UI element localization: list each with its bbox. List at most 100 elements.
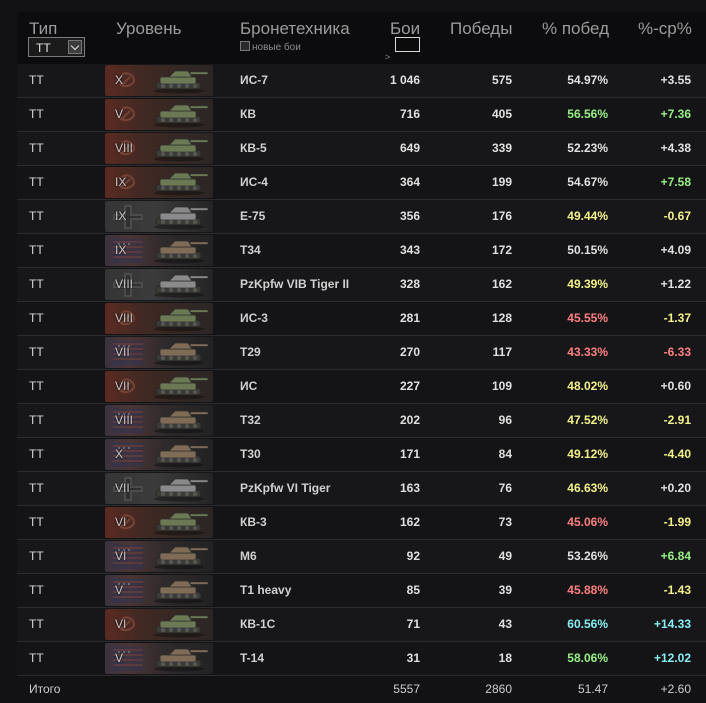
table-row[interactable]: ТТ VIII ИС-3 281 128 45.55% -1.37 (17, 302, 706, 336)
table-row[interactable]: ТТ IX E-75 356 176 49.44% -0.67 (17, 200, 706, 234)
vehicle-difference: +4.09 (660, 243, 691, 257)
table-row[interactable]: ТТ X T30 171 84 49.12% -4.40 (17, 438, 706, 472)
vehicle-tier: VIII (115, 413, 134, 427)
vehicle-difference: +0.20 (660, 481, 691, 495)
new-battles-filter[interactable]: новые бои (240, 41, 301, 53)
vehicle-wins: 109 (491, 379, 512, 393)
vehicle-name[interactable]: E-75 (240, 200, 265, 233)
vehicle-name[interactable]: T32 (240, 404, 261, 437)
tank-icon (154, 546, 209, 570)
vehicle-tier: VI (115, 515, 127, 529)
vehicle-battles: 649 (399, 141, 420, 155)
vehicle-tier: IX (115, 175, 127, 189)
vehicle-difference: +7.58 (660, 175, 691, 189)
vehicle-name[interactable]: T29 (240, 336, 261, 369)
column-header-level[interactable]: Уровень (116, 19, 182, 39)
table-row[interactable]: ТТ VIII PzKpfw VIB Tiger II 328 162 49.3… (17, 268, 706, 302)
vehicle-wins: 176 (491, 209, 512, 223)
table-row[interactable]: ТТ X ИС-7 1 046 575 54.97% +3.55 (17, 64, 706, 98)
vehicle-type: ТТ (29, 311, 44, 325)
vehicle-battles: 163 (399, 481, 420, 495)
vehicle-level-cell: V (105, 643, 213, 674)
vehicle-win-percent: 58.06% (567, 651, 608, 665)
table-row[interactable]: ТТ VI M6 92 49 53.26% +6.84 (17, 540, 706, 574)
vehicle-difference: -1.37 (663, 311, 691, 325)
vehicle-level-cell: X (105, 65, 213, 96)
vehicle-stats-table: Тип Уровень Бронетехника Бои Победы % по… (0, 0, 706, 703)
table-row[interactable]: ТТ V T1 heavy 85 39 45.88% -1.43 (17, 574, 706, 608)
tank-icon (154, 104, 209, 128)
vehicle-battles: 171 (399, 447, 420, 461)
new-battles-checkbox[interactable] (240, 41, 250, 51)
vehicle-level-cell: IX (105, 235, 213, 266)
column-header-battles[interactable]: Бои (390, 19, 420, 39)
vehicle-name[interactable]: M6 (240, 540, 257, 573)
vehicle-wins: 128 (491, 311, 512, 325)
vehicle-level-cell: VII (105, 371, 213, 402)
vehicle-name[interactable]: КВ-1С (240, 608, 275, 641)
vehicle-battles: 227 (399, 379, 420, 393)
table-row[interactable]: ТТ VII PzKpfw VI Tiger 163 76 46.63% +0.… (17, 472, 706, 506)
vehicle-name[interactable]: PzKpfw VI Tiger (240, 472, 330, 505)
tank-icon (154, 308, 209, 332)
column-header-wins[interactable]: Победы (450, 19, 512, 39)
vehicle-battles: 328 (399, 277, 420, 291)
vehicle-type: ТТ (29, 481, 44, 495)
table-row[interactable]: ТТ VI КВ-1С 71 43 60.56% +14.33 (17, 608, 706, 642)
column-header-type[interactable]: Тип (29, 19, 57, 39)
vehicle-name[interactable]: T-14 (240, 642, 264, 675)
vehicle-tier: IX (115, 243, 127, 257)
table-row[interactable]: ТТ IX ИС-4 364 199 54.67% +7.58 (17, 166, 706, 200)
type-filter-select[interactable]: ТТ (28, 37, 85, 57)
vehicle-tier: VII (115, 345, 130, 359)
vehicle-level-cell: VI (105, 541, 213, 572)
vehicle-name[interactable]: ИС-4 (240, 166, 268, 199)
vehicle-win-percent: 49.44% (567, 209, 608, 223)
vehicle-name[interactable]: T30 (240, 438, 261, 471)
vehicle-type: ТТ (29, 243, 44, 257)
vehicle-battles: 1 046 (389, 73, 420, 87)
column-header-win-percent[interactable]: % побед (542, 19, 609, 39)
vehicle-name[interactable]: КВ-5 (240, 132, 267, 165)
vehicle-tier: IX (115, 209, 127, 223)
vehicle-type: ТТ (29, 73, 44, 87)
table-row[interactable]: ТТ VII ИС 227 109 48.02% +0.60 (17, 370, 706, 404)
column-header-vehicle[interactable]: Бронетехника (240, 19, 350, 39)
vehicle-tier: X (115, 73, 124, 87)
tank-icon (154, 206, 209, 230)
chevron-down-icon[interactable] (68, 40, 82, 54)
vehicle-win-percent: 45.55% (567, 311, 608, 325)
total-row: Итого 5557 2860 51.47 +2.60 (17, 676, 706, 703)
table-row[interactable]: ТТ VI КВ-3 162 73 45.06% -1.99 (17, 506, 706, 540)
tank-icon (154, 478, 209, 502)
battles-filter-input[interactable] (395, 37, 420, 52)
table-row[interactable]: ТТ IX T34 343 172 50.15% +4.09 (17, 234, 706, 268)
column-header-difference[interactable]: %-ср% (638, 19, 692, 39)
vehicle-level-cell: VII (105, 337, 213, 368)
vehicle-name[interactable]: ИС (240, 370, 257, 403)
vehicle-win-percent: 52.23% (567, 141, 608, 155)
vehicle-wins: 162 (491, 277, 512, 291)
vehicle-name[interactable]: КВ-3 (240, 506, 267, 539)
table-row[interactable]: ТТ VIII T32 202 96 47.52% -2.91 (17, 404, 706, 438)
vehicle-name[interactable]: КВ (240, 98, 256, 131)
table-row[interactable]: ТТ VII T29 270 117 43.33% -6.33 (17, 336, 706, 370)
vehicle-name[interactable]: T1 heavy (240, 574, 291, 607)
table-row[interactable]: ТТ VIII КВ-5 649 339 52.23% +4.38 (17, 132, 706, 166)
vehicle-name[interactable]: T34 (240, 234, 261, 267)
vehicle-name[interactable]: PzKpfw VIB Tiger II (240, 268, 349, 301)
table-row[interactable]: ТТ V T-14 31 18 58.06% +12.02 (17, 642, 706, 676)
vehicle-difference: +1.22 (660, 277, 691, 291)
vehicle-level-cell: IX (105, 167, 213, 198)
vehicle-type: ТТ (29, 413, 44, 427)
tank-icon (154, 580, 209, 604)
vehicle-wins: 405 (491, 107, 512, 121)
vehicle-wins: 117 (492, 345, 512, 359)
vehicle-win-percent: 45.06% (567, 515, 608, 529)
vehicle-name[interactable]: ИС-3 (240, 302, 268, 335)
table-row[interactable]: ТТ V КВ 716 405 56.56% +7.36 (17, 98, 706, 132)
vehicle-name[interactable]: ИС-7 (240, 64, 268, 97)
vehicle-battles: 202 (399, 413, 420, 427)
vehicle-type: ТТ (29, 617, 44, 631)
vehicle-win-percent: 46.63% (567, 481, 608, 495)
